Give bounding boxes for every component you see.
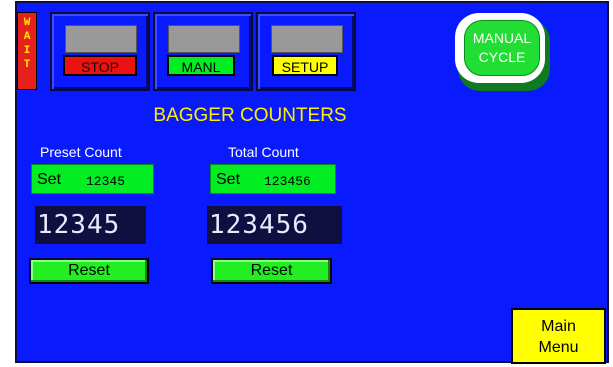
set-preset-label: Set [37, 171, 62, 188]
set-total-value: 123456 [264, 174, 311, 189]
manual-mode-button[interactable]: MANL [153, 12, 253, 91]
main-menu-button[interactable]: Main Menu [511, 308, 606, 364]
main-menu-label-line2: Menu [538, 339, 579, 356]
page-title: BAGGER COUNTERS [153, 105, 347, 126]
stop-label: STOP [63, 55, 137, 76]
total-count-caption: Total Count [228, 144, 299, 160]
manual-label: MANL [167, 55, 235, 76]
wait-letter: W [23, 17, 31, 29]
stop-indicator-lamp [65, 25, 137, 53]
setup-indicator-lamp [271, 25, 343, 53]
preset-count-caption: Preset Count [40, 144, 122, 160]
manual-indicator-lamp [168, 25, 240, 53]
stop-mode-button[interactable]: STOP [50, 12, 150, 91]
setup-mode-button[interactable]: SETUP [256, 12, 356, 91]
total-count-display: 123456 [207, 206, 342, 244]
set-total-button[interactable]: Set 123456 [210, 164, 336, 194]
wait-letter: T [23, 59, 31, 71]
set-preset-value: 12345 [86, 174, 126, 189]
set-preset-button[interactable]: Set 12345 [31, 164, 154, 194]
set-total-label: Set [216, 171, 241, 188]
cycle-label-line1: MANUAL [472, 30, 532, 46]
cycle-label-line2: CYCLE [478, 49, 526, 65]
preset-count-display: 12345 [35, 206, 146, 244]
setup-label: SETUP [272, 55, 338, 76]
cycle-button-face[interactable]: MANUAL CYCLE [464, 20, 540, 76]
wait-indicator: W A I T [17, 12, 37, 90]
reset-total-button[interactable]: Reset [211, 258, 332, 284]
manual-cycle-button[interactable]: MANUAL CYCLE [455, 13, 551, 91]
main-menu-label-line1: Main [541, 318, 576, 335]
wait-letter: A [23, 31, 31, 43]
wait-letter: I [23, 45, 31, 57]
reset-preset-button[interactable]: Reset [29, 258, 149, 284]
